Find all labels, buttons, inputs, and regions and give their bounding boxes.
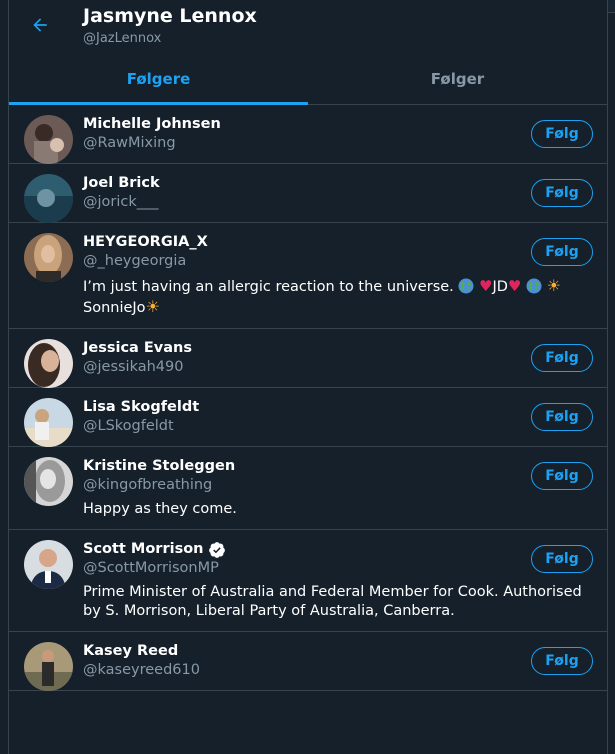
user-bio: Happy as they come. — [83, 501, 237, 517]
globe-icon — [458, 278, 474, 294]
avatar[interactable] — [24, 174, 73, 223]
follow-button[interactable]: Følg — [531, 462, 593, 490]
avatar[interactable] — [24, 540, 73, 589]
user-bio: I’m just having an allergic reaction to … — [83, 276, 593, 318]
follow-button[interactable]: Følg — [531, 545, 593, 573]
follow-button[interactable]: Følg — [531, 344, 593, 372]
avatar[interactable] — [24, 457, 73, 506]
user-handle: @jessikah490 — [83, 359, 184, 375]
bio-text: I’m just having an allergic reaction to … — [83, 279, 454, 295]
user-handle: @kaseyreed610 — [83, 662, 200, 678]
list-item[interactable]: Joel Brick @jorick___ Følg — [9, 164, 607, 223]
user-name: HEYGEORGIA_X — [83, 234, 208, 250]
profile-header: Jasmyne Lennox @JazLennox — [9, 0, 607, 58]
back-arrow-icon — [33, 18, 47, 32]
avatar[interactable] — [24, 339, 73, 388]
user-name-text: Scott Morrison — [83, 541, 204, 557]
tab-bar: Følgere Følger — [9, 58, 607, 105]
heart-icon: ♥ — [479, 277, 493, 295]
user-handle: @ScottMorrisonMP — [83, 560, 219, 576]
user-handle: @_heygeorgia — [83, 253, 187, 269]
verified-badge-icon — [208, 541, 225, 558]
user-name: Michelle Johnsen — [83, 116, 221, 132]
user-list: Michelle Johnsen @RawMixing Følg Joel Br… — [9, 105, 607, 691]
profile-handle: @JazLennox — [83, 31, 162, 46]
user-handle: @kingofbreathing — [83, 477, 213, 493]
user-name: Scott Morrison — [83, 540, 593, 559]
user-name: Jessica Evans — [83, 340, 192, 356]
user-name: Lisa Skogfeldt — [83, 399, 200, 415]
back-button[interactable] — [27, 12, 53, 38]
user-name: Joel Brick — [83, 175, 160, 191]
user-name: Kasey Reed — [83, 643, 179, 659]
bio-tail: SonnieJo — [83, 300, 146, 316]
list-item[interactable]: Scott Morrison @ScottMorrisonMP Prime Mi… — [9, 530, 607, 632]
list-item[interactable]: Kristine Stoleggen @kingofbreathing Happ… — [9, 447, 607, 530]
follow-button[interactable]: Følg — [531, 238, 593, 266]
page-title: Jasmyne Lennox — [83, 5, 257, 27]
heart-icon: ♥ — [507, 277, 522, 295]
user-handle: @LSkogfeldt — [83, 418, 174, 434]
follow-button[interactable]: Følg — [531, 647, 593, 675]
list-item[interactable]: Lisa Skogfeldt @LSkogfeldt Følg — [9, 388, 607, 447]
tab-followers[interactable]: Følgere — [9, 58, 308, 105]
list-item[interactable]: Jessica Evans @jessikah490 Følg — [9, 329, 607, 388]
list-item[interactable]: HEYGEORGIA_X @_heygeorgia I’m just havin… — [9, 223, 607, 329]
user-handle: @jorick___ — [83, 194, 159, 210]
sun-icon: ☀ — [145, 297, 160, 316]
avatar[interactable] — [24, 398, 73, 447]
user-bio: Prime Minister of Australia and Federal … — [83, 584, 582, 619]
sun-icon: ☀ — [546, 276, 561, 295]
avatar[interactable] — [24, 642, 73, 691]
list-item[interactable]: Michelle Johnsen @RawMixing Følg — [9, 105, 607, 164]
bio-jd: JD — [492, 279, 508, 295]
user-handle: @RawMixing — [83, 135, 176, 151]
follow-button[interactable]: Følg — [531, 179, 593, 207]
followers-column: Jasmyne Lennox @JazLennox Følgere Følger… — [8, 0, 608, 754]
list-item[interactable]: Kasey Reed @kaseyreed610 Følg — [9, 632, 607, 691]
follow-button[interactable]: Følg — [531, 120, 593, 148]
follow-button[interactable]: Følg — [531, 403, 593, 431]
avatar[interactable] — [24, 233, 73, 282]
avatar[interactable] — [24, 115, 73, 164]
tab-following[interactable]: Følger — [308, 58, 607, 104]
globe-icon — [526, 278, 542, 294]
user-name: Kristine Stoleggen — [83, 458, 236, 474]
